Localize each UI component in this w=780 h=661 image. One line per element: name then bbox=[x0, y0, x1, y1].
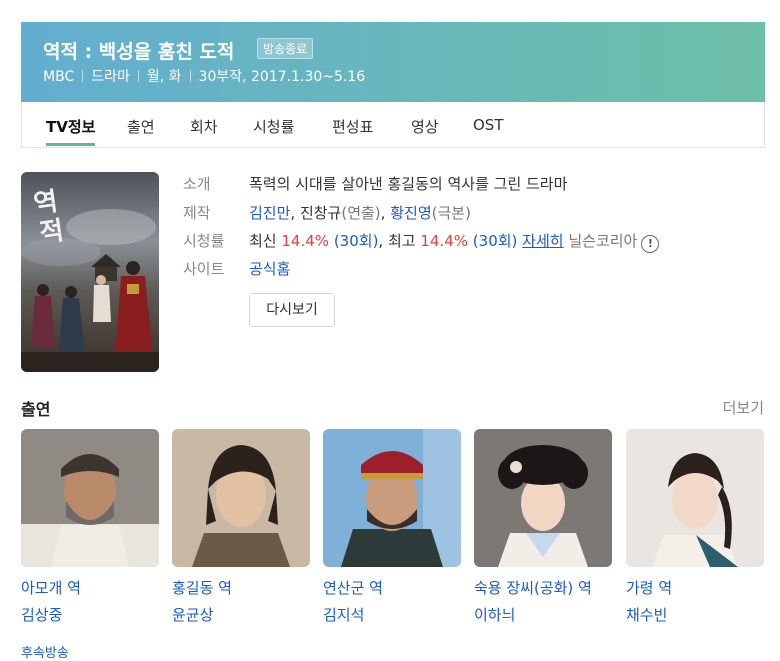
ratings-label: 시청률 bbox=[183, 232, 225, 250]
production-label: 제작 bbox=[183, 204, 211, 222]
tab-tv-info[interactable]: TV정보 bbox=[46, 116, 96, 146]
ratings-detail-link[interactable]: 자세히 bbox=[522, 232, 563, 250]
program-meta: MBC 드라마 월, 화 30부작, 2017.1.30~5.16 bbox=[43, 66, 365, 86]
latest-rating: 14.4% bbox=[281, 232, 330, 250]
svg-text:역: 역 bbox=[32, 187, 60, 220]
writer-link[interactable]: 황진영 bbox=[390, 204, 431, 222]
cast-photo[interactable] bbox=[172, 429, 310, 567]
svg-text:적: 적 bbox=[38, 216, 66, 249]
cast-role-link[interactable]: 아모개 역 bbox=[21, 577, 159, 598]
tab-cast[interactable]: 출연 bbox=[127, 116, 155, 137]
tab-ratings[interactable]: 시청률 bbox=[253, 116, 294, 137]
cast-card[interactable]: 연산군 역 김지석 bbox=[323, 429, 461, 625]
episodes-dates: 30부작, 2017.1.30~5.16 bbox=[198, 69, 366, 85]
production-value: 김진만, 진창규(연출), 황진영(극본) bbox=[249, 204, 471, 222]
cast-name-link[interactable]: 김지석 bbox=[323, 604, 461, 625]
network-label: MBC bbox=[43, 69, 75, 85]
director-link[interactable]: 김진만 bbox=[249, 204, 290, 222]
more-link[interactable]: 더보기 bbox=[723, 397, 764, 418]
cast-card[interactable]: 아모개 역 김상중 bbox=[21, 429, 159, 625]
cast-role-link[interactable]: 연산군 역 bbox=[323, 577, 461, 598]
cast-name-link[interactable]: 채수빈 bbox=[626, 604, 764, 625]
cast-photo[interactable] bbox=[626, 429, 764, 567]
intro-label: 소개 bbox=[183, 175, 211, 193]
ratings-source: 닐슨코리아 bbox=[568, 232, 638, 250]
director-name: 진창규 bbox=[299, 204, 342, 222]
cast-card[interactable]: 숙용 장씨(공화) 역 이하늬 bbox=[474, 429, 612, 625]
next-broadcast-partial: 후속방송 bbox=[21, 646, 69, 661]
official-site-link[interactable]: 공식홈 bbox=[249, 258, 290, 279]
cast-role-link[interactable]: 숙용 장씨(공화) 역 bbox=[474, 577, 612, 598]
latest-episode-link[interactable]: (30회) bbox=[334, 232, 379, 250]
intro-text: 폭력의 시대를 살아낸 홍길동의 역사를 그린 드라마 bbox=[249, 175, 568, 193]
broadcast-days: 월, 화 bbox=[146, 69, 182, 85]
best-episode-link[interactable]: (30회) bbox=[473, 232, 518, 250]
latest-prefix: 최신 bbox=[249, 232, 277, 250]
tab-schedule[interactable]: 편성표 bbox=[332, 116, 373, 137]
cast-role-link[interactable]: 가령 역 bbox=[626, 577, 764, 598]
cast-role-link[interactable]: 홍길동 역 bbox=[172, 577, 310, 598]
best-prefix: 최고 bbox=[387, 232, 416, 250]
program-header: 역적 : 백성을 훔친 도적 방송종료 MBC 드라마 월, 화 30부작, 2017… bbox=[21, 22, 765, 102]
program-poster[interactable]: 역 적 bbox=[21, 172, 159, 372]
tab-bar: TV정보 출연 회차 시청률 편성표 영상 OST bbox=[21, 102, 765, 148]
best-rating: 14.4% bbox=[420, 232, 469, 250]
replay-button[interactable]: 다시보기 bbox=[249, 293, 335, 327]
director-role: (연출) bbox=[341, 204, 381, 222]
cast-photo[interactable] bbox=[21, 429, 159, 567]
program-title[interactable]: 역적 : 백성을 훔친 도적 bbox=[43, 37, 234, 64]
cast-photo[interactable] bbox=[474, 429, 612, 567]
divider bbox=[137, 70, 139, 82]
tab-ost[interactable]: OST bbox=[473, 116, 504, 134]
info-icon[interactable]: ! bbox=[641, 235, 660, 253]
status-badge: 방송종료 bbox=[257, 38, 314, 59]
tab-episodes[interactable]: 회차 bbox=[190, 116, 218, 137]
genre-label: 드라마 bbox=[91, 69, 130, 85]
cast-name-link[interactable]: 김상중 bbox=[21, 604, 159, 625]
ratings-value: 최신 14.4% (30회), 최고 14.4% (30회) 자세히 닐슨코리아… bbox=[249, 230, 660, 253]
cast-name-link[interactable]: 이하늬 bbox=[474, 604, 612, 625]
cast-photo[interactable] bbox=[323, 429, 461, 567]
divider bbox=[189, 70, 191, 82]
tab-video[interactable]: 영상 bbox=[411, 116, 439, 137]
cast-section-title: 출연 bbox=[21, 400, 51, 419]
cast-card[interactable]: 가령 역 채수빈 bbox=[626, 429, 764, 625]
cast-name-link[interactable]: 윤균상 bbox=[172, 604, 310, 625]
divider bbox=[82, 70, 84, 82]
writer-role: (극본) bbox=[431, 204, 471, 222]
cast-card[interactable]: 홍길동 역 윤균상 bbox=[172, 429, 310, 625]
site-label: 사이트 bbox=[183, 260, 225, 278]
